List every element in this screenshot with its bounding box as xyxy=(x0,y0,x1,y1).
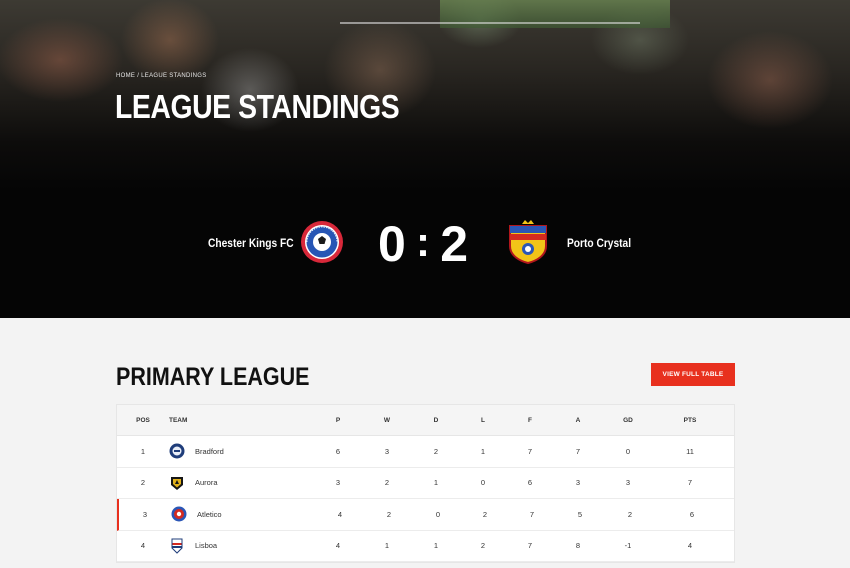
row-f: 7 xyxy=(527,541,533,551)
row-w: 3 xyxy=(384,446,390,456)
standings-table: POS TEAM P W D L F A GD PTS 1 Bradford 6… xyxy=(116,404,735,563)
page-title: LEAGUE STANDINGS xyxy=(115,88,400,125)
row-f: 6 xyxy=(527,478,533,488)
team-name[interactable]: Atletico xyxy=(197,510,222,519)
row-pos: 4 xyxy=(140,541,146,551)
row-pos: 2 xyxy=(140,478,146,488)
row-a: 3 xyxy=(575,478,581,488)
header-l: L xyxy=(481,416,485,424)
row-team[interactable]: Atletico xyxy=(171,499,311,530)
row-p: 4 xyxy=(337,509,343,519)
row-d: 2 xyxy=(433,446,439,456)
row-p: 4 xyxy=(335,541,341,551)
header-d: D xyxy=(433,416,439,424)
breadcrumb-current: LEAGUE STANDINGS xyxy=(141,73,207,79)
row-w: 1 xyxy=(384,541,390,551)
row-gd: 0 xyxy=(625,446,631,456)
row-gd: 3 xyxy=(625,478,631,488)
row-d: 0 xyxy=(435,509,441,519)
home-team-crest-icon[interactable] xyxy=(300,220,344,264)
row-pts: 7 xyxy=(687,478,693,488)
aurora-crest-icon xyxy=(171,476,183,490)
row-a: 8 xyxy=(575,541,581,551)
away-team-crest-icon[interactable] xyxy=(506,220,550,264)
table-row: 1 Bradford 6 3 2 1 7 7 0 11 xyxy=(117,436,734,468)
row-gd: -1 xyxy=(624,541,632,551)
breadcrumb: HOME / LEAGUE STANDINGS xyxy=(116,73,207,79)
header-pts: PTS xyxy=(683,416,697,424)
row-w: 2 xyxy=(386,509,392,519)
home-score: 0 xyxy=(378,216,406,272)
row-team[interactable]: Lisboa xyxy=(169,531,309,562)
team-name[interactable]: Bradford xyxy=(195,447,224,456)
breadcrumb-separator: / xyxy=(137,73,140,79)
row-p: 6 xyxy=(335,446,341,456)
row-l: 2 xyxy=(480,541,486,551)
table-row: 4 Lisboa 4 1 1 2 7 8 -1 4 xyxy=(117,530,734,562)
bradford-crest-icon xyxy=(169,443,185,459)
row-pts: 4 xyxy=(687,541,693,551)
row-d: 1 xyxy=(433,478,439,488)
row-pts: 11 xyxy=(686,446,694,456)
row-team[interactable]: Bradford xyxy=(169,436,309,467)
row-f: 7 xyxy=(527,446,533,456)
header-a: A xyxy=(575,416,581,424)
row-pos: 1 xyxy=(140,446,146,456)
row-d: 1 xyxy=(433,541,439,551)
row-pts: 6 xyxy=(689,509,695,519)
atletico-crest-icon xyxy=(171,506,187,522)
row-gd: 2 xyxy=(627,509,633,519)
row-p: 3 xyxy=(335,478,341,488)
table-row: 3 Atletico 4 2 0 2 7 5 2 6 xyxy=(117,499,734,531)
team-name[interactable]: Aurora xyxy=(195,478,218,487)
row-team[interactable]: Aurora xyxy=(169,468,309,499)
row-f: 7 xyxy=(529,509,535,519)
home-team-name[interactable]: Chester Kings FC xyxy=(208,236,294,250)
away-team-name[interactable]: Porto Crystal xyxy=(567,236,631,250)
row-a: 5 xyxy=(577,509,583,519)
match-score: 0 : 2 xyxy=(378,216,468,272)
hero-banner: HOME / LEAGUE STANDINGS LEAGUE STANDINGS C… xyxy=(0,0,850,318)
header-team: TEAM xyxy=(169,416,188,424)
header-f: F xyxy=(528,416,532,424)
stadium-railing xyxy=(340,22,640,24)
view-full-table-button[interactable]: VIEW FULL TABLE xyxy=(651,363,735,386)
row-l: 2 xyxy=(482,509,488,519)
lisboa-crest-icon xyxy=(171,538,183,554)
row-a: 7 xyxy=(575,446,581,456)
score-separator: : xyxy=(416,218,430,265)
away-score: 2 xyxy=(440,216,468,272)
row-pos: 3 xyxy=(142,509,148,519)
match-result: Chester Kings FC 0 : 2 Porto Crystal xyxy=(0,216,850,272)
header-w: W xyxy=(383,416,391,424)
table-header: POS TEAM P W D L F A GD PTS xyxy=(117,405,734,436)
header-pos: POS xyxy=(136,416,150,424)
header-p: P xyxy=(335,416,341,424)
breadcrumb-home-link[interactable]: HOME xyxy=(116,73,135,79)
league-title: PRIMARY LEAGUE xyxy=(116,363,310,391)
table-row: 2 Aurora 3 2 1 0 6 3 3 7 xyxy=(117,467,734,499)
row-w: 2 xyxy=(384,478,390,488)
team-name[interactable]: Lisboa xyxy=(195,541,217,550)
row-l: 0 xyxy=(480,478,486,488)
standings-section: PRIMARY LEAGUE VIEW FULL TABLE POS TEAM … xyxy=(0,318,850,568)
row-l: 1 xyxy=(480,446,486,456)
header-gd: GD xyxy=(623,416,633,424)
